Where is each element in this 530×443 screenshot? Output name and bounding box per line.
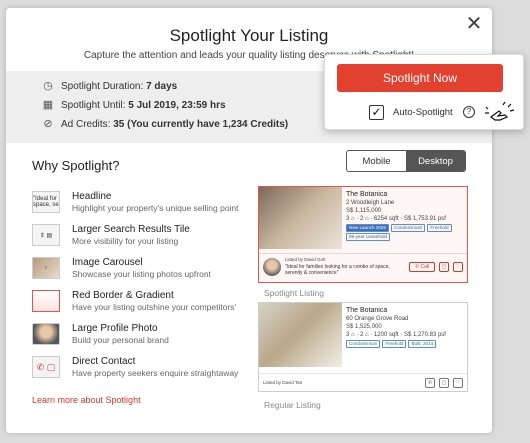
- feature-desc: Build your personal brand: [72, 335, 169, 345]
- feature-title: Red Border & Gradient: [72, 290, 174, 301]
- listing-details: The Botanica 2 Woodleigh Lane S$ 1,115,0…: [346, 191, 452, 241]
- regular-listing-label: Regular Listing: [264, 400, 321, 410]
- spotlight-listing-card: The Botanica 2 Woodleigh Lane S$ 1,115,0…: [258, 186, 468, 283]
- feature-headline: "Ideal for space, se Headline Highlight …: [32, 191, 242, 217]
- feature-desc: Have property seekers enquire straightaw…: [72, 368, 239, 378]
- agent-row: Listed by David Goh "Ideal for families …: [259, 253, 467, 282]
- feature-direct-contact: ✆ ▢ Direct Contact Have property seekers…: [32, 356, 242, 382]
- tab-desktop[interactable]: Desktop: [406, 151, 465, 171]
- modal-title: Spotlight Your Listing: [169, 26, 329, 45]
- avatar: [263, 258, 281, 276]
- spotlight-now-button[interactable]: Spotlight Now: [337, 64, 503, 92]
- until-label: Spotlight Until:: [61, 99, 126, 111]
- listing-address: 2 Woodleigh Lane: [346, 200, 395, 206]
- listing-photo: [259, 303, 342, 367]
- feature-profile-photo: Large Profile Photo Build your personal …: [32, 323, 242, 349]
- until-row: ▦ Spotlight Until: 5 Jul 2019, 23:59 hrs: [42, 99, 226, 111]
- credits-label: Ad Credits:: [61, 118, 111, 130]
- spotlight-listing-label: Spotlight Listing: [264, 288, 325, 298]
- tag-condominium: Condominium: [391, 224, 426, 232]
- listed-by: Listed by David Goh: [285, 257, 326, 262]
- feature-desc: More visibility for your listing: [72, 236, 179, 246]
- tag-condominium: Condominium: [346, 340, 381, 348]
- credits-value: 35 (You currently have 1,234 Credits): [113, 118, 289, 130]
- feature-desc: Highlight your property's unique selling…: [72, 203, 239, 213]
- listing-details: The Botanica 60 Orange Grove Road S$ 1,5…: [346, 307, 446, 348]
- feature-desc: Have your listing outshine your competit…: [72, 302, 237, 312]
- call-button[interactable]: ✆ Call: [409, 262, 435, 272]
- listing-name: The Botanica: [346, 191, 388, 198]
- learn-more-link[interactable]: Learn more about Spotlight: [32, 395, 141, 405]
- agent-row: Listed by David Tan ✆ ▢ ♡: [259, 373, 467, 391]
- regular-listing-card: The Botanica 60 Orange Grove Road S$ 1,5…: [258, 302, 468, 392]
- feature-title: Headline: [72, 191, 112, 202]
- listing-name: The Botanica: [346, 307, 388, 314]
- duration-row: ◷ Spotlight Duration: 7 days: [42, 80, 177, 92]
- tag-built: Built: 2014: [408, 340, 437, 348]
- spotlight-action-panel: Spotlight Now ✓ Auto-Spotlight ?: [324, 54, 524, 130]
- red-border-icon: [32, 290, 60, 312]
- phone-icon[interactable]: ✆: [425, 378, 435, 388]
- listing-price: S$ 1,525,000: [346, 324, 382, 330]
- listing-specs: 3 ⌂ · 2 ⌂ · 6254 sqft · S$ 1,753.91 psf: [346, 216, 446, 222]
- tab-mobile[interactable]: Mobile: [347, 151, 406, 171]
- tag-freehold: Freehold: [427, 224, 452, 232]
- listing-quote: "Ideal for families looking for a combo …: [285, 264, 390, 276]
- feature-title: Large Profile Photo: [72, 323, 158, 334]
- calendar-icon: ▦: [42, 99, 54, 111]
- credits-row: ⊘ Ad Credits: 35 (You currently have 1,2…: [42, 118, 288, 130]
- help-icon[interactable]: ?: [463, 106, 475, 118]
- feature-title: Larger Search Results Tile: [72, 224, 190, 235]
- feature-title: Image Carousel: [72, 257, 143, 268]
- listing-specs: 3 ⌂ · 2 ⌂ · 1200 sqft · S$ 1,270.83 psf: [346, 332, 446, 338]
- clock-icon: ◷: [43, 80, 53, 92]
- feature-larger-tile: ⇕ ▤ Larger Search Results Tile More visi…: [32, 224, 242, 250]
- listing-address: 60 Orange Grove Road: [346, 316, 409, 322]
- listing-price: S$ 1,115,000: [346, 208, 382, 214]
- heart-icon[interactable]: ♡: [453, 378, 463, 388]
- larger-tile-icon: ⇕ ▤: [32, 224, 60, 246]
- tag-new-launch: New Launch 2020: [346, 224, 390, 232]
- why-title: Why Spotlight?: [32, 158, 120, 173]
- phone-chat-icon: ✆ ▢: [32, 356, 60, 378]
- feature-desc: Showcase your listing photos upfront: [72, 269, 211, 279]
- carousel-icon: ›: [32, 257, 60, 279]
- listed-by: Listed by David Tan: [263, 380, 303, 385]
- chat-icon[interactable]: ▢: [439, 262, 449, 272]
- heart-icon[interactable]: ♡: [453, 262, 463, 272]
- view-toggle: Mobile Desktop: [346, 150, 466, 172]
- feature-title: Direct Contact: [72, 356, 136, 367]
- auto-spotlight-checkbox[interactable]: ✓: [369, 105, 384, 120]
- headline-thumb: "Ideal for space, se: [32, 191, 60, 213]
- duration-label: Spotlight Duration:: [61, 80, 144, 92]
- until-value: 5 Jul 2019, 23:59 hrs: [128, 99, 226, 111]
- pointing-hand-icon: [485, 101, 515, 121]
- phone-icon: ✆: [414, 264, 420, 270]
- feature-red-border: Red Border & Gradient Have your listing …: [32, 290, 242, 316]
- call-label: Call: [420, 264, 430, 270]
- profile-photo-icon: [32, 323, 60, 345]
- listing-photo: [259, 187, 342, 249]
- auto-spotlight-label: Auto-Spotlight: [393, 107, 453, 118]
- tag-leasehold: 99-year Leasehold: [346, 233, 391, 241]
- duration-value: 7 days: [146, 80, 178, 92]
- tag-freehold: Freehold: [382, 340, 407, 348]
- chat-icon[interactable]: ▢: [439, 378, 449, 388]
- feature-image-carousel: › Image Carousel Showcase your listing p…: [32, 257, 242, 283]
- check-circle-icon: ⊘: [43, 118, 53, 130]
